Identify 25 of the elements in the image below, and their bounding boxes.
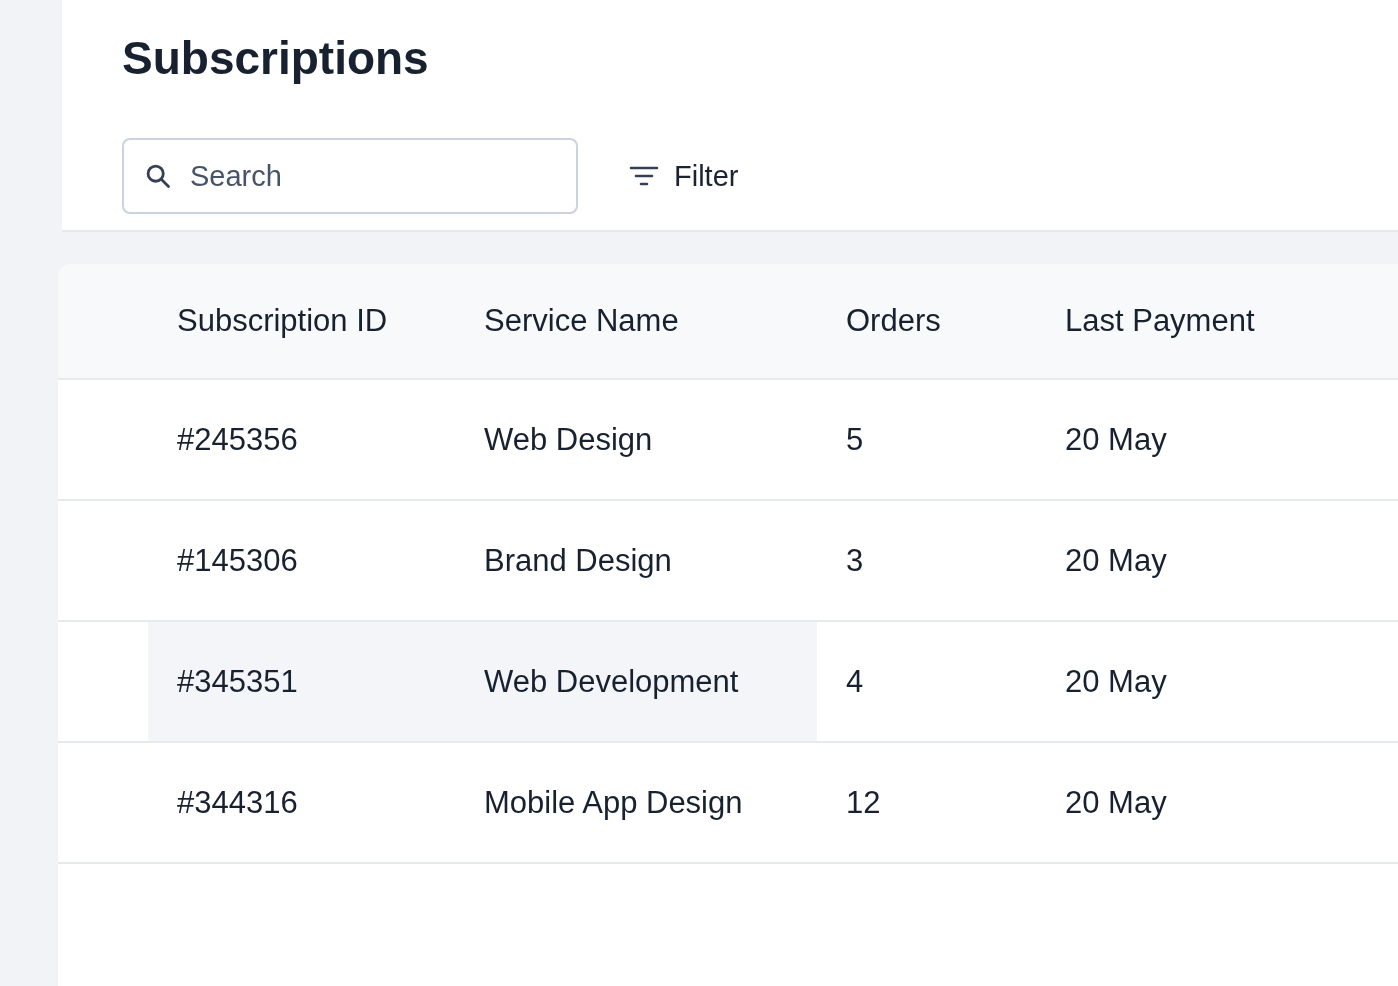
filter-icon	[628, 164, 660, 188]
table-cell-text: #344316	[176, 783, 299, 822]
table-cell-text: 20 May	[1064, 662, 1168, 701]
table-cell-text: 5	[845, 420, 865, 459]
column-header: Orders	[845, 303, 942, 339]
table-cell-text: Web Development	[483, 662, 740, 701]
table-cell-text: 4	[845, 662, 865, 701]
table-cell-text: #245356	[176, 420, 299, 459]
table-cell-text: #145306	[176, 541, 299, 580]
table-cell-text: 20 May	[1064, 420, 1168, 459]
table-cell-text: 3	[845, 541, 865, 580]
column-header: Subscription ID	[176, 303, 389, 339]
search-icon	[144, 162, 172, 190]
table-cell-text: 20 May	[1064, 541, 1168, 580]
table-cell-text: 12	[845, 783, 882, 822]
table-cell-text: Web Design	[483, 420, 654, 459]
column-header: Service Name	[483, 303, 680, 339]
column-header: Last Payment	[1064, 303, 1256, 339]
table-cell-text: Mobile App Design	[483, 783, 744, 822]
table-cell-text: 20 May	[1064, 783, 1168, 822]
table-cell-text: #345351	[176, 662, 299, 701]
search-field[interactable]: Search	[122, 138, 578, 214]
table-cell-text: Brand Design	[483, 541, 673, 580]
filter-button[interactable]: Filter	[628, 159, 739, 193]
page-title: Subscriptions	[122, 31, 429, 86]
